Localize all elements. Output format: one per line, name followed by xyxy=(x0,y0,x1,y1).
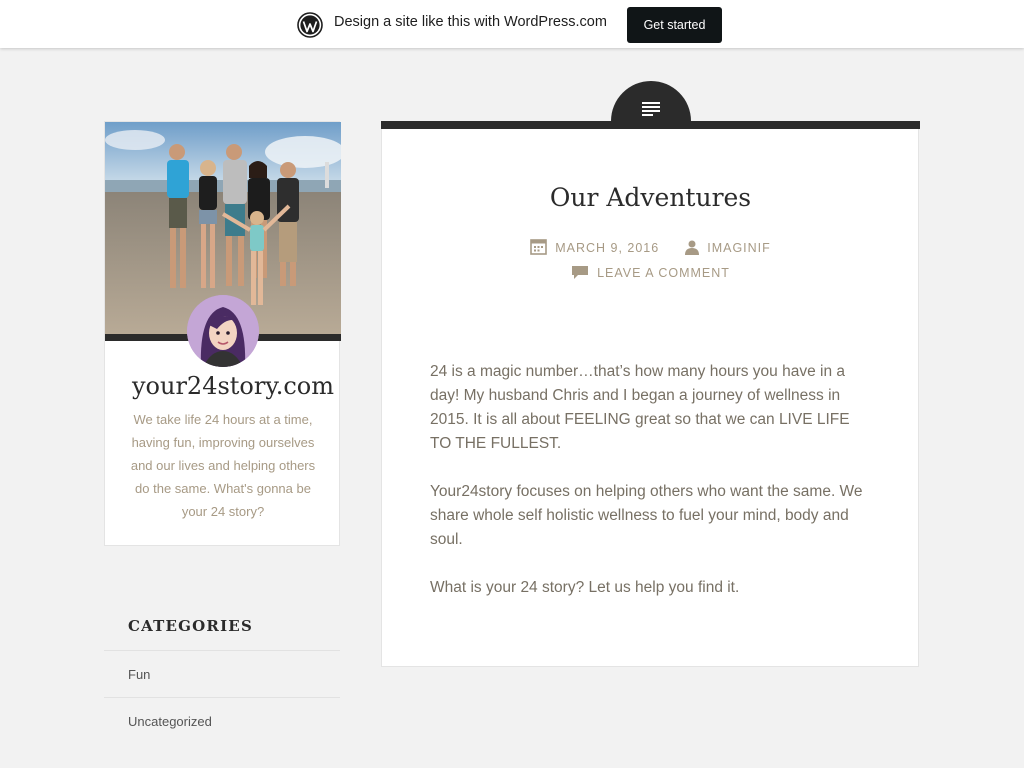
comment-bubble-icon xyxy=(572,266,589,279)
site-description: We take life 24 hours at a time, having … xyxy=(130,412,316,519)
categories-list: Fun Uncategorized xyxy=(104,650,340,744)
category-item: Uncategorized xyxy=(104,697,340,744)
post-meta: MARCH 9, 2016 IMAGINIF xyxy=(381,238,920,255)
post-content: 24 is a magic number…that’s how many hou… xyxy=(430,360,870,624)
post-comment-meta: LEAVE A COMMENT xyxy=(381,265,920,280)
leave-comment-link[interactable]: LEAVE A COMMENT xyxy=(597,266,730,280)
standard-format-icon xyxy=(642,102,660,116)
post-paragraph: 24 is a magic number…that’s how many hou… xyxy=(430,363,850,452)
wordpress-logo-icon[interactable] xyxy=(297,12,323,38)
post-paragraph: Your24story focuses on helping others wh… xyxy=(430,483,863,548)
post-title[interactable]: Our Adventures xyxy=(381,183,920,212)
post-paragraph: What is your 24 story? Let us help you f… xyxy=(430,579,740,596)
categories-heading: CATEGORIES xyxy=(128,617,253,635)
site-avatar[interactable] xyxy=(187,295,259,367)
banner-text: Design a site like this with WordPress.c… xyxy=(334,14,607,30)
category-link-uncategorized[interactable]: Uncategorized xyxy=(128,714,212,729)
wordpress-banner: Design a site like this with WordPress.c… xyxy=(0,0,1024,48)
post-author-link[interactable]: IMAGINIF xyxy=(707,241,771,255)
get-started-button[interactable]: Get started xyxy=(627,7,722,43)
person-icon xyxy=(685,240,700,255)
category-item: Fun xyxy=(104,650,340,697)
calendar-icon xyxy=(530,239,548,255)
site-header-card: your24story.com We take life 24 hours at… xyxy=(104,121,341,546)
site-title[interactable]: your24story.com xyxy=(105,372,361,400)
category-link-fun[interactable]: Fun xyxy=(128,667,150,682)
post-format-badge[interactable] xyxy=(611,81,691,129)
post-date-link[interactable]: MARCH 9, 2016 xyxy=(555,241,659,255)
